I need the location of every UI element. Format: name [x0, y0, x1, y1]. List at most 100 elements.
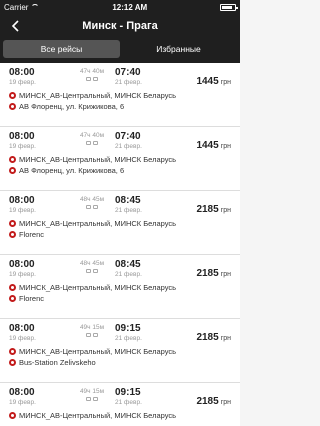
origin-stop: МИНСК_АВ-Центральный, МИНСК Беларусь [9, 346, 231, 356]
bus-icon [93, 205, 98, 209]
trip-row[interactable]: 08:00 19 февр. 47ч 40м 07:40 21 февр. 14… [0, 127, 240, 191]
departure-time: 08:00 [9, 387, 35, 398]
arrival-time: 08:45 [115, 259, 141, 270]
departure-time: 08:00 [9, 259, 35, 270]
destination-stop: АВ Флоренц, ул. Крижикова, 6 [9, 165, 231, 175]
departure-date: 19 февр. [9, 399, 36, 406]
origin-name: МИНСК_АВ-Центральный, МИНСК Беларусь [19, 346, 177, 356]
price-currency: грн [220, 207, 231, 214]
trip-row[interactable]: 08:00 19 февр. 48ч 45м 08:45 21 февр. 21… [0, 191, 240, 255]
price-value: 2185 [196, 204, 219, 215]
arrival-time: 08:45 [115, 195, 141, 206]
bus-icon [93, 333, 98, 337]
arrival-time: 07:40 [115, 131, 141, 142]
location-pin-icon [9, 219, 16, 227]
destination-name: АВ Флоренц, ул. Крижикова, 6 [19, 101, 125, 111]
price-value: 1445 [196, 140, 219, 151]
duration: 48ч 45м [79, 196, 105, 203]
location-pin-icon [9, 358, 16, 366]
arrival-time: 07:40 [115, 67, 141, 78]
departure-date: 19 февр. [9, 143, 36, 150]
arrival-date: 21 февр. [115, 79, 142, 86]
trip-row[interactable]: 08:00 19 февр. 49ч 15м 09:15 21 февр. 21… [0, 383, 240, 426]
price-value: 1445 [196, 76, 219, 87]
departure-time: 08:00 [9, 195, 35, 206]
duration: 48ч 45м [79, 260, 105, 267]
page-title: Минск - Прага [82, 20, 158, 32]
trip-row[interactable]: 08:00 19 февр. 48ч 45м 08:45 21 февр. 21… [0, 255, 240, 319]
trip-row[interactable]: 08:00 19 февр. 49ч 15м 09:15 21 февр. 21… [0, 319, 240, 383]
arrival-time: 09:15 [115, 323, 141, 334]
destination-name: АВ Флоренц, ул. Крижикова, 6 [19, 165, 125, 175]
status-left: Carrier [4, 2, 40, 12]
destination-stop: Florenc [9, 293, 231, 303]
location-pin-icon [9, 102, 16, 110]
destination-stop: Florenc [9, 229, 231, 239]
chevron-left-icon [11, 20, 19, 32]
price-currency: грн [220, 143, 231, 150]
location-pin-icon [9, 347, 16, 355]
duration: 49ч 15м [79, 324, 105, 331]
trip-row[interactable]: 08:00 19 февр. 47ч 40м 07:40 21 февр. 14… [0, 63, 240, 127]
duration: 47ч 40м [79, 68, 105, 75]
origin-name: МИНСК_АВ-Центральный, МИНСК Беларусь [19, 218, 177, 228]
price: 1445 грн [196, 76, 231, 87]
arrival-date: 21 февр. [115, 207, 142, 214]
departure-date: 19 февр. [9, 79, 36, 86]
departure-date: 19 февр. [9, 207, 36, 214]
price: 2185 грн [196, 204, 231, 215]
origin-name: МИНСК_АВ-Центральный, МИНСК Беларусь [19, 282, 177, 292]
wifi-icon [31, 4, 40, 10]
origin-stop: МИНСК_АВ-Центральный, МИНСК Беларусь [9, 282, 231, 292]
tab-bar: Все рейсы Избранные [0, 38, 240, 63]
arrival-date: 21 февр. [115, 271, 142, 278]
nav-header: Минск - Прага [0, 14, 240, 38]
departure-time: 08:00 [9, 131, 35, 142]
bus-icon [86, 141, 91, 145]
duration: 49ч 15м [79, 388, 105, 395]
status-bar: Carrier 12:12 AM [0, 0, 240, 14]
origin-stop: МИНСК_АВ-Центральный, МИНСК Беларусь [9, 154, 231, 164]
origin-name: МИНСК_АВ-Центральный, МИНСК Беларусь [19, 410, 177, 420]
duration: 47ч 40м [79, 132, 105, 139]
location-pin-icon [9, 155, 16, 163]
back-button[interactable] [8, 18, 22, 34]
departure-date: 19 февр. [9, 271, 36, 278]
location-pin-icon [9, 166, 16, 174]
destination-name: Bus-Station Zelivskeho [19, 357, 96, 367]
price-currency: грн [220, 79, 231, 86]
arrival-date: 21 февр. [115, 399, 142, 406]
arrival-date: 21 февр. [115, 335, 142, 342]
price: 2185 грн [196, 396, 231, 407]
bus-icon [93, 141, 98, 145]
destination-stop: Bus-Station Zelivskeho [9, 357, 231, 367]
bus-icon [86, 205, 91, 209]
price: 2185 грн [196, 268, 231, 279]
status-time: 12:12 AM [112, 2, 148, 12]
location-pin-icon [9, 230, 16, 238]
carrier-label: Carrier [4, 2, 29, 12]
location-pin-icon [9, 411, 16, 419]
battery-icon [220, 3, 238, 11]
tab-all-trips[interactable]: Все рейсы [3, 39, 120, 58]
origin-stop: МИНСК_АВ-Центральный, МИНСК Беларусь [9, 410, 231, 420]
departure-time: 08:00 [9, 67, 35, 78]
origin-name: МИНСК_АВ-Центральный, МИНСК Беларусь [19, 90, 177, 100]
departure-time: 08:00 [9, 323, 35, 334]
price-value: 2185 [196, 396, 219, 407]
bus-icon [93, 77, 98, 81]
location-pin-icon [9, 283, 16, 291]
bus-icon [86, 77, 91, 81]
arrival-time: 09:15 [115, 387, 141, 398]
bus-icon [93, 269, 98, 273]
origin-name: МИНСК_АВ-Центральный, МИНСК Беларусь [19, 154, 177, 164]
destination-name: Florenc [19, 229, 45, 239]
departure-date: 19 февр. [9, 335, 36, 342]
arrival-date: 21 февр. [115, 143, 142, 150]
origin-stop: МИНСК_АВ-Центральный, МИНСК Беларусь [9, 218, 231, 228]
bus-icon [86, 397, 91, 401]
tab-favorites[interactable]: Избранные [120, 40, 237, 58]
bus-icon [86, 333, 91, 337]
price-currency: грн [220, 335, 231, 342]
origin-stop: МИНСК_АВ-Центральный, МИНСК Беларусь [9, 90, 231, 100]
